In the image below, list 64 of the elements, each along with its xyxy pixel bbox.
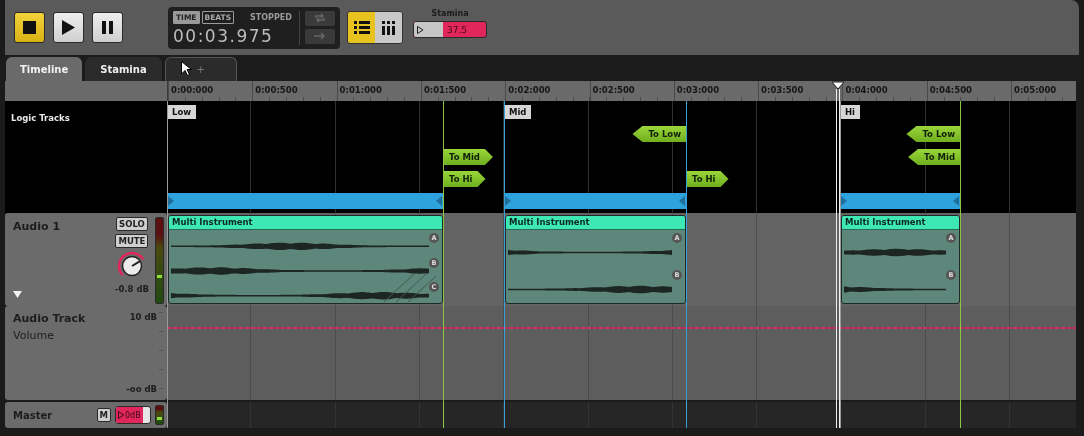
play-marker-icon	[118, 411, 124, 419]
transition-flag[interactable]: To Low	[632, 126, 686, 142]
state-label[interactable]: Low	[167, 105, 197, 119]
parameter-name: Volume	[13, 329, 55, 342]
columns-icon	[381, 20, 396, 35]
stop-icon	[23, 21, 36, 35]
transport-status: STOPPED	[250, 12, 292, 22]
arrow-icon	[314, 32, 326, 41]
parameter-label: Stamina	[431, 9, 469, 19]
ruler-label: 0:01:500	[423, 85, 467, 95]
time-readout: 00:03.975	[173, 25, 275, 46]
scale-max: 10 dB	[129, 312, 157, 322]
pause-button[interactable]	[92, 12, 123, 44]
loop-icon	[314, 13, 326, 24]
ruler-label: 0:03:500	[761, 85, 804, 95]
transition-flag[interactable]: To Hi	[687, 171, 729, 187]
follow-button[interactable]	[305, 28, 335, 44]
ruler-label: 0:04:500	[929, 85, 972, 95]
tab[interactable]: Stamina	[85, 57, 162, 81]
transition-flag[interactable]: To Hi	[444, 171, 486, 187]
track-title: Logic Tracks	[11, 113, 70, 123]
ruler-label: 0:02:500	[592, 85, 635, 95]
play-button[interactable]	[53, 12, 84, 44]
clip-title: Multi Instrument	[506, 216, 685, 230]
tab[interactable]: Timeline	[6, 57, 83, 81]
parameter-value: 37.5	[447, 24, 468, 35]
track-name: Audio 1	[13, 220, 62, 233]
solo-button[interactable]: SOLO	[116, 217, 148, 231]
ruler-label: 0:05:000	[1014, 85, 1057, 95]
play-marker-icon	[417, 26, 424, 35]
stop-button[interactable]	[14, 12, 45, 44]
play-icon	[62, 20, 75, 36]
volume-fader[interactable]: 0dB	[115, 406, 151, 424]
end-marker-icon	[679, 196, 685, 206]
scale-min: -oo dB	[126, 384, 157, 394]
ruler-label: 0:04:000	[845, 85, 888, 95]
pause-icon	[102, 21, 113, 35]
end-marker-icon	[953, 196, 959, 206]
fader-value: 0dB	[125, 410, 141, 420]
transition-flag[interactable]: To Mid	[908, 149, 960, 165]
loop-button[interactable]	[305, 10, 335, 26]
collapse-icon[interactable]	[13, 291, 22, 298]
clip-title: Multi Instrument	[842, 216, 959, 230]
ruler-label: 0:03:000	[676, 85, 720, 95]
end-marker-icon	[436, 196, 442, 206]
state-label[interactable]: Hi	[840, 105, 861, 119]
ruler-label: 0:00:000	[171, 85, 214, 95]
mute-button[interactable]: M	[96, 408, 111, 422]
track-name: Master	[13, 409, 54, 421]
list-view-button[interactable]	[348, 12, 375, 44]
playhead-marker[interactable]	[831, 81, 845, 90]
list-icon	[353, 20, 370, 35]
transition-flag[interactable]: To Low	[906, 126, 960, 142]
ruler-label: 0:01:000	[339, 85, 382, 95]
ruler-label: 0:00:500	[255, 85, 298, 95]
cursor-icon	[181, 61, 192, 76]
clip-title: Multi Instrument	[169, 216, 442, 230]
ruler-label: 0:02:000	[508, 85, 551, 95]
state-label[interactable]: Mid	[504, 105, 532, 119]
columns-view-button[interactable]	[375, 12, 402, 44]
mute-button[interactable]: MUTE	[115, 234, 149, 248]
gain-readout: -0.8 dB	[114, 284, 149, 294]
transition-flag[interactable]: To Mid	[444, 149, 493, 165]
track-name: Audio Track	[13, 312, 87, 325]
